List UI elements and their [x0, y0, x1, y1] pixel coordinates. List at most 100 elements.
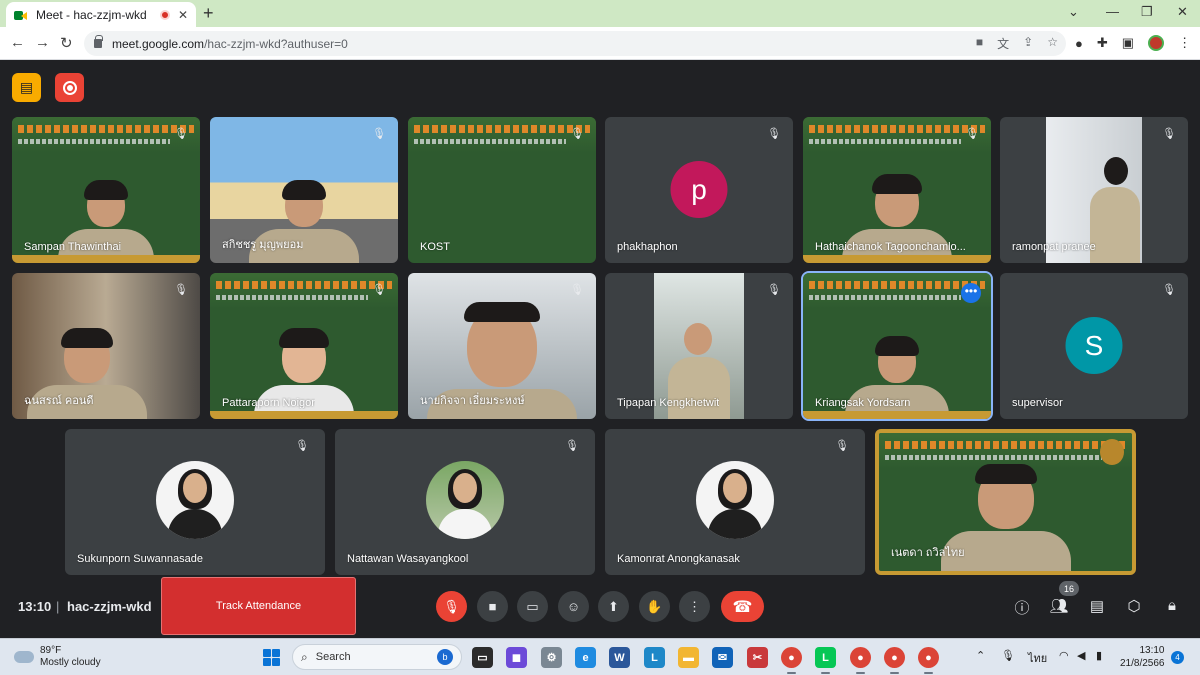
camera-permission-icon[interactable]: ■	[976, 35, 983, 52]
leave-call-button[interactable]: ☎	[721, 591, 764, 622]
share-icon[interactable]: ⇪	[1023, 35, 1033, 52]
board-ledge	[210, 411, 398, 419]
more-options-icon[interactable]: •••	[961, 283, 981, 303]
chat-icon[interactable]: ▤	[1087, 597, 1107, 615]
new-tab-button[interactable]: +	[203, 3, 214, 24]
translate-icon[interactable]: 文	[997, 35, 1009, 52]
edge-icon[interactable]: e	[575, 647, 596, 668]
present-screen-button[interactable]: ⬆	[598, 591, 629, 622]
chrome-icon[interactable]: ●	[850, 647, 871, 674]
participant-name: KOST	[420, 241, 450, 253]
snipping-tool-icon[interactable]: ✂	[747, 647, 768, 668]
participant-tile[interactable]: 🎙︎ Kamonrat Anongkanasak	[605, 429, 865, 575]
microphone-tray-icon[interactable]: 🎙︎	[1001, 649, 1015, 662]
url-host: meet.google.com	[112, 36, 205, 51]
side-panel-icon[interactable]: ▣	[1122, 35, 1134, 51]
meeting-info-icon[interactable]: ⓘ	[1012, 597, 1032, 618]
windows-taskbar: 89°F Mostly cloudy ⌕ Search b ▭ ◼ ⚙ e W …	[0, 638, 1200, 675]
restore-icon[interactable]: ❐	[1141, 4, 1153, 20]
weather-widget[interactable]: 89°F Mostly cloudy	[14, 645, 101, 669]
tab-search-icon[interactable]: ⌄	[1068, 4, 1079, 20]
input-language[interactable]: ไทย	[1028, 649, 1047, 667]
participant-tile[interactable]: 🎙︎ Nattawan Wasayangkool	[335, 429, 595, 575]
participant-tile[interactable]: p 🎙︎ phakhaphon	[605, 117, 793, 263]
profile-avatar-icon[interactable]	[1148, 35, 1165, 51]
mic-off-icon: 🎙︎	[570, 284, 584, 296]
app-l-icon[interactable]: L	[644, 647, 665, 668]
app-icon[interactable]: ⚙	[541, 647, 562, 668]
task-view-icon[interactable]: ▭	[472, 647, 493, 668]
captions-button[interactable]: ▭	[517, 591, 548, 622]
browser-tab-meet[interactable]: Meet - hac-zzjm-wkd ✕	[6, 2, 196, 27]
system-clock[interactable]: 13:10 21/8/2566	[1120, 644, 1165, 670]
back-arrow-icon[interactable]: ←	[10, 34, 25, 51]
recording-button[interactable]	[55, 73, 84, 102]
participant-name: Nattawan Wasayangkool	[347, 553, 469, 565]
participant-tile[interactable]: S 🎙︎ supervisor	[1000, 273, 1188, 419]
word-icon[interactable]: W	[609, 647, 630, 668]
participant-tile-speaking[interactable]: ••• Kriangsak Yordsarn	[801, 271, 993, 421]
participant-tile[interactable]: 🎙︎ สกิชชรู มุญพยอม	[210, 117, 398, 263]
bookmark-star-icon[interactable]: ☆	[1047, 35, 1058, 52]
tab-close-button[interactable]: ✕	[178, 8, 188, 22]
captions-off-icon[interactable]: ▤	[12, 73, 41, 102]
hand-icon: ✋	[646, 598, 663, 614]
chrome-icon[interactable]: ●	[918, 647, 939, 674]
search-icon: ⌕	[301, 649, 308, 664]
host-controls-icon[interactable]: 🔒︎	[1162, 597, 1182, 614]
mic-off-icon: 🎙︎	[565, 440, 579, 452]
participant-tile[interactable]: 🎙︎ ramonpat pranee	[1000, 117, 1188, 263]
participant-name: Sampan Thawinthai	[24, 241, 122, 253]
reactions-button[interactable]: ☺	[558, 591, 589, 622]
participant-tile[interactable]: 🎙︎ KOST	[408, 117, 596, 263]
window-close-icon[interactable]: ✕	[1177, 4, 1188, 20]
recording-indicator-icon	[159, 9, 170, 20]
forward-arrow-icon[interactable]: →	[35, 34, 50, 51]
participant-tile[interactable]: 🎙︎ นายกิจจา เอี่ยมระหงษ์	[408, 273, 596, 419]
participant-tile[interactable]: 🎙︎ Pattaraporn Noigor	[210, 273, 398, 419]
chrome-icon[interactable]: ●	[884, 647, 905, 674]
reload-icon[interactable]: ↻	[60, 34, 73, 52]
participant-tile[interactable]: เนตดา ถวิลไทย	[875, 429, 1136, 575]
notification-badge[interactable]: 4	[1171, 651, 1184, 664]
chrome-menu-icon[interactable]: ⋮	[1178, 35, 1191, 51]
track-attendance-button[interactable]: Track Attendance	[161, 577, 356, 635]
raise-hand-button[interactable]: ✋	[639, 591, 670, 622]
activities-icon[interactable]: ⬡	[1124, 597, 1144, 615]
minimize-icon[interactable]: —	[1106, 4, 1119, 19]
background-banner	[210, 273, 398, 309]
participant-tile[interactable]: 🎙︎ Hathaichanok Tagoonchamlo...	[803, 117, 991, 263]
background-banner	[803, 117, 991, 153]
emoji-icon: ☺	[566, 599, 581, 614]
tray-chevron-up-icon[interactable]: ⌃	[976, 649, 985, 662]
participant-name: Kamonrat Anongkanasak	[617, 553, 740, 565]
teams-chat-icon[interactable]: ◼	[506, 647, 527, 668]
participant-tile[interactable]: 🎙︎ Sampan Thawinthai	[12, 117, 200, 263]
windows-start-icon[interactable]	[263, 649, 280, 666]
participant-tile[interactable]: 🎙︎ Sukunporn Suwannasade	[65, 429, 325, 575]
address-bar[interactable]: meet.google.com/hac-zzjm-wkd?authuser=0 …	[84, 31, 1066, 56]
extension-avatar-icon[interactable]: ●	[1075, 36, 1083, 51]
bing-icon: b	[437, 649, 453, 665]
participant-count-badge: 16	[1059, 581, 1079, 596]
participant-name: Sukunporn Suwannasade	[77, 553, 203, 565]
camera-toggle-button[interactable]: ■	[477, 591, 508, 622]
chrome-icon[interactable]: ●	[781, 647, 802, 674]
more-options-button[interactable]: ⋮	[679, 591, 710, 622]
participant-tile[interactable]: 🎙︎ Tipapan Kengkhetwit	[605, 273, 793, 419]
search-placeholder: Search	[315, 651, 351, 663]
wifi-icon[interactable]: ◠	[1059, 649, 1069, 662]
taskbar-search[interactable]: ⌕ Search b	[292, 644, 462, 670]
people-icon[interactable]: 👥︎	[1049, 597, 1069, 615]
mic-off-icon: 🎙︎	[1162, 284, 1176, 296]
system-date: 21/8/2566	[1120, 658, 1165, 669]
battery-icon[interactable]: ▮	[1096, 649, 1102, 662]
mic-toggle-button[interactable]: 🎙︎	[436, 591, 467, 622]
extensions-puzzle-icon[interactable]: ✚	[1097, 35, 1108, 51]
participant-tile[interactable]: 🎙︎ ฉนสรณ์ คอนดี	[12, 273, 200, 419]
mail-icon[interactable]: ✉	[712, 647, 733, 668]
file-explorer-icon[interactable]: ▬	[678, 647, 699, 668]
line-icon[interactable]: L	[815, 647, 836, 674]
volume-icon[interactable]: ◀	[1077, 649, 1085, 662]
url-path: /hac-zzjm-wkd?authuser=0	[204, 36, 348, 51]
